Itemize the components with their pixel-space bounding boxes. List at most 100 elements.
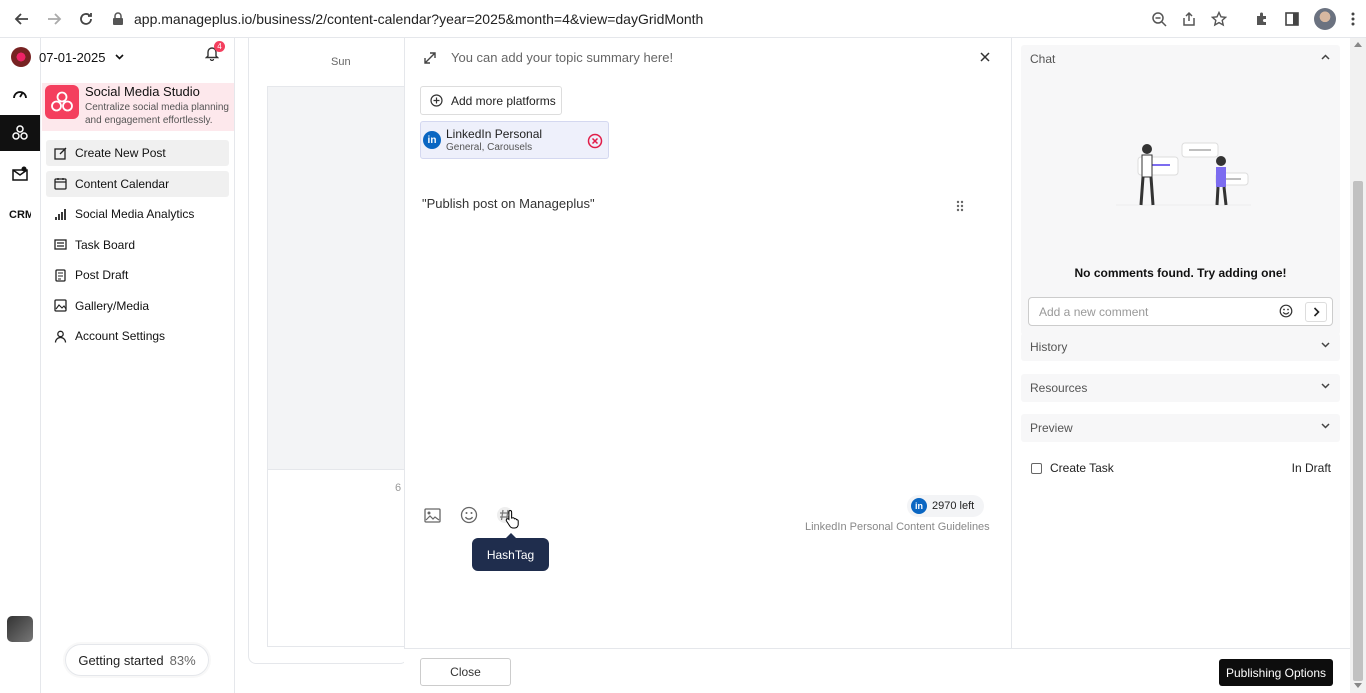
task-status: In Draft — [1291, 461, 1331, 475]
platform-chip-linkedin[interactable]: in LinkedIn Personal General, Carousels — [420, 121, 609, 159]
business-date-selector[interactable]: 07-01-2025 — [11, 46, 211, 68]
platform-name: LinkedIn Personal — [446, 127, 543, 141]
editor-footer: Close Publishing Options — [404, 648, 1350, 693]
sidebar-item-label: Task Board — [75, 237, 136, 252]
address-bar[interactable]: app.manageplus.io/business/2/content-cal… — [112, 6, 1227, 32]
draft-icon — [54, 268, 68, 282]
notification-bell-icon[interactable]: 4 — [205, 41, 225, 61]
url-text: app.manageplus.io/business/2/content-cal… — [134, 11, 704, 27]
forward-icon[interactable] — [38, 0, 70, 38]
profile-avatar[interactable] — [1314, 8, 1336, 30]
getting-started-label: Getting started — [78, 652, 164, 668]
getting-started-button[interactable]: Getting started 83% — [65, 644, 209, 676]
no-comments-text: No comments found. Try adding one! — [1074, 266, 1287, 280]
sidebar-item-label: Create New Post — [75, 146, 166, 160]
scrollbar-thumb[interactable] — [1353, 181, 1363, 681]
sidebar-item-label: Content Calendar — [75, 176, 170, 191]
comment-input[interactable] — [1039, 303, 1259, 321]
preview-section[interactable]: Preview — [1021, 414, 1340, 442]
close-button[interactable]: Close — [420, 658, 511, 686]
studio-logo-icon — [45, 85, 79, 119]
add-more-platforms-button[interactable]: Add more platforms — [420, 86, 562, 115]
calendar-date-number: 6 — [395, 482, 402, 494]
content-guidelines-link[interactable]: LinkedIn Personal Content Guidelines — [805, 521, 990, 533]
post-editor: You can add your topic summary here! Add… — [404, 38, 1012, 648]
create-task-checkbox[interactable] — [1031, 463, 1042, 474]
sidebar-item-gallery-media[interactable]: Gallery/Media — [46, 293, 229, 319]
notification-badge: 4 — [214, 41, 225, 52]
chevron-up-icon[interactable] — [1321, 54, 1330, 60]
emoji-icon[interactable] — [1279, 304, 1293, 318]
history-section[interactable]: History — [1021, 333, 1340, 361]
sidebar-item-label: Gallery/Media — [75, 298, 150, 313]
zoom-icon[interactable] — [1151, 11, 1167, 27]
chevron-down-icon — [1321, 383, 1330, 389]
publishing-options-button[interactable]: Publishing Options — [1219, 659, 1333, 686]
empty-chat-illustration — [1116, 142, 1251, 206]
calendar-background: Sun 6 — [248, 38, 409, 664]
right-panel: Chat No comments found. Try adding one! … — [1012, 38, 1350, 648]
studio-desc-2: and engagement effortlessly. — [85, 115, 213, 126]
extensions-icon[interactable] — [1254, 11, 1270, 27]
page-scrollbar[interactable] — [1350, 38, 1366, 693]
expand-icon[interactable] — [423, 51, 437, 65]
remove-platform-icon[interactable] — [587, 133, 603, 149]
dashboard-icon[interactable] — [0, 76, 40, 112]
sidebar-item-create-new-post[interactable]: Create New Post — [46, 140, 229, 166]
reload-icon[interactable] — [70, 0, 102, 38]
email-marketing-icon[interactable] — [0, 156, 40, 192]
linkedin-icon: in — [423, 131, 441, 149]
user-icon — [54, 330, 68, 343]
image-icon[interactable] — [424, 507, 441, 523]
studio-desc-1: Centralize social media planning — [85, 102, 229, 113]
browser-toolbar: app.manageplus.io/business/2/content-cal… — [0, 0, 1366, 38]
sidebar-item-post-draft[interactable]: Post Draft — [46, 262, 229, 288]
calendar-cell[interactable] — [267, 470, 409, 647]
chevron-down-icon — [1321, 342, 1330, 348]
chars-left: 2970 left — [932, 500, 975, 512]
drag-handle-icon[interactable] — [956, 200, 964, 212]
create-task-label[interactable]: Create Task — [1050, 461, 1114, 475]
sidebar-item-label: Account Settings — [75, 329, 166, 343]
chevron-down-icon — [114, 54, 124, 60]
sidebar-item-task-board[interactable]: Task Board — [46, 232, 229, 258]
platform-types: General, Carousels — [446, 142, 533, 153]
sidebar-item-account-settings[interactable]: Account Settings — [46, 323, 229, 349]
sidebar-item-content-calendar[interactable]: Content Calendar — [46, 170, 229, 197]
editor-toolbar — [424, 506, 513, 524]
create-task-row: Create Task In Draft — [1021, 457, 1340, 479]
svg-text:CRM: CRM — [9, 209, 31, 219]
send-comment-button[interactable] — [1305, 302, 1327, 322]
side-panel-icon[interactable] — [1284, 11, 1300, 27]
sidebar-menu: Create New Post Content Calendar Social … — [46, 140, 229, 354]
history-title: History — [1030, 340, 1068, 354]
add-more-platforms-label: Add more platforms — [451, 93, 556, 108]
emoji-icon[interactable] — [460, 506, 478, 524]
sidebar: 07-01-2025 4 Social Media Studio Central… — [11, 38, 235, 693]
hashtag-tooltip: HashTag — [472, 533, 549, 571]
sidebar-item-label: Post Draft — [75, 268, 129, 282]
crm-icon[interactable]: CRM — [0, 195, 40, 231]
close-icon[interactable] — [979, 51, 991, 63]
scroll-up-icon[interactable] — [1354, 42, 1362, 47]
calendar-cell[interactable] — [267, 86, 409, 470]
lock-icon — [112, 12, 124, 26]
app-rail: CRM — [0, 38, 41, 693]
comment-box — [1028, 297, 1333, 326]
user-avatar[interactable] — [7, 616, 33, 642]
sidebar-item-social-media-analytics[interactable]: Social Media Analytics — [46, 201, 229, 227]
chat-title[interactable]: Chat — [1030, 45, 1055, 73]
topic-summary-input[interactable]: You can add your topic summary here! — [451, 50, 673, 65]
share-icon[interactable] — [1181, 11, 1197, 27]
getting-started-percent: 83% — [169, 652, 196, 668]
post-content-text[interactable]: "Publish post on Manageplus" — [422, 196, 595, 211]
preview-title: Preview — [1030, 421, 1073, 435]
resources-section[interactable]: Resources — [1021, 374, 1340, 402]
back-icon[interactable] — [6, 0, 38, 38]
char-counter: in 2970 left — [907, 495, 985, 517]
sidebar-item-label: Social Media Analytics — [75, 207, 195, 221]
more-menu-icon[interactable] — [1350, 11, 1356, 27]
bookmark-star-icon[interactable] — [1211, 11, 1227, 27]
social-studio-icon[interactable] — [0, 115, 40, 151]
scroll-down-icon[interactable] — [1354, 683, 1362, 688]
